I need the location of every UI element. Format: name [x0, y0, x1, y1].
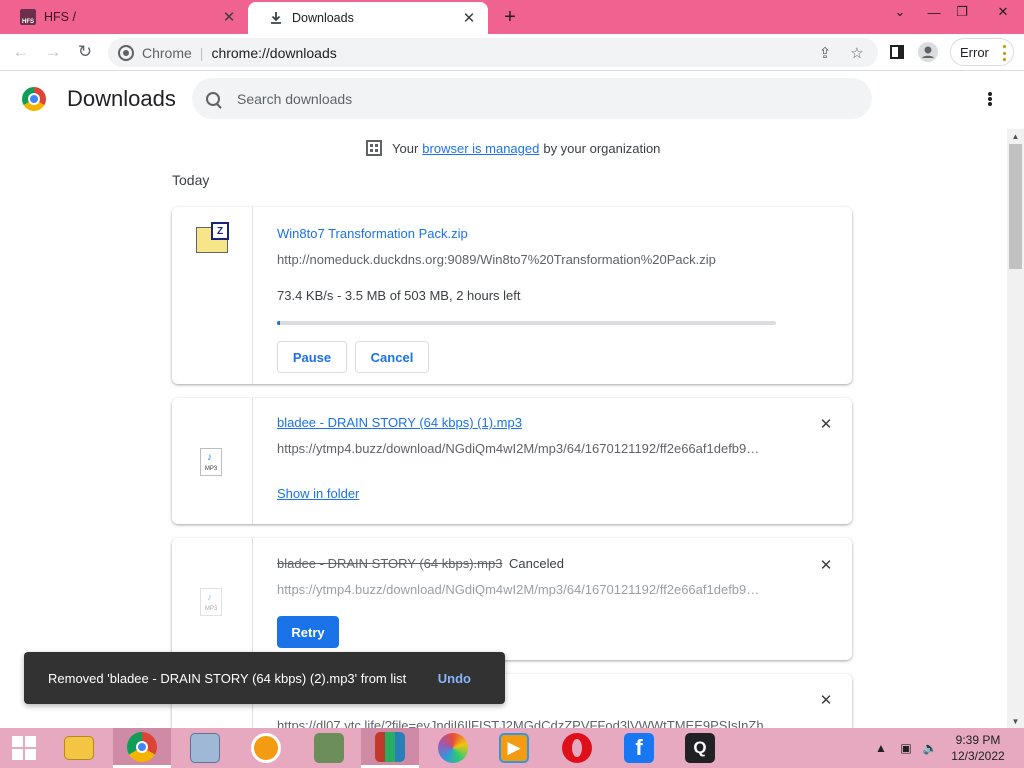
site-label: Chrome: [142, 44, 192, 61]
close-icon[interactable]: ✕: [218, 6, 240, 28]
back-icon[interactable]: ←: [8, 39, 34, 65]
search-icon: [206, 91, 220, 106]
date-section-label: Today: [172, 172, 210, 188]
share-icon[interactable]: ⇪: [812, 38, 838, 67]
show-in-folder-link[interactable]: Show in folder: [277, 486, 359, 501]
tab-title: HFS /: [44, 10, 76, 24]
toolbar: ← → ↻ Chrome | chrome://downloads ⇪ ☆ Er…: [0, 34, 1024, 71]
chrome-taskbar-icon[interactable]: [113, 728, 171, 768]
forward-icon[interactable]: →: [40, 39, 66, 65]
side-panel-icon[interactable]: [884, 39, 910, 65]
download-card: Win8to7 Transformation Pack.zip http://n…: [172, 207, 852, 384]
mp3-icon: MP3: [200, 588, 222, 616]
managed-suffix: by your organization: [543, 140, 661, 156]
toast-message: Removed 'bladee - DRAIN STORY (64 kbps) …: [48, 670, 407, 686]
file-name[interactable]: bladee - DRAIN STORY (64 kbps) (1).mp3: [277, 415, 522, 430]
tab-strip: HFS HFS / ✕ Downloads ✕ + ⌄ — ❐ ✕: [0, 0, 1024, 34]
undo-button[interactable]: Undo: [438, 671, 471, 686]
tab-search-icon[interactable]: ⌄: [884, 0, 916, 24]
progress-fill: [277, 321, 281, 325]
search-box[interactable]: [192, 78, 872, 119]
zip-icon: [196, 222, 229, 253]
progress-bar: [277, 321, 776, 325]
scroll-thumb[interactable]: [1009, 144, 1022, 269]
bookmark-star-icon[interactable]: ☆: [844, 38, 870, 67]
more-menu-icon[interactable]: [980, 89, 1000, 109]
search-input[interactable]: [237, 90, 837, 107]
removed-toast: Removed 'bladee - DRAIN STORY (64 kbps) …: [24, 652, 505, 704]
download-icon: [268, 10, 284, 26]
file-url: https://ytmp4.buzz/download/NGdiQm4wI2M/…: [277, 441, 760, 456]
error-label: Error: [960, 44, 989, 60]
hfs-icon: HFS: [20, 9, 36, 25]
pause-button[interactable]: Pause: [277, 341, 347, 373]
tab-title: Downloads: [292, 11, 354, 25]
managed-notice: Your browser is managed by your organiza…: [366, 140, 660, 156]
more-icon: [1003, 45, 1007, 61]
security-app-icon[interactable]: [237, 728, 295, 768]
new-tab-button[interactable]: +: [498, 5, 522, 29]
tab-downloads[interactable]: Downloads ✕: [248, 2, 488, 34]
file-explorer-icon[interactable]: [50, 728, 108, 768]
clock[interactable]: 9:39 PM 12/3/2022: [940, 732, 1016, 764]
tray-expand-icon[interactable]: ▲: [874, 728, 888, 768]
close-icon[interactable]: ✕: [458, 7, 480, 29]
building-icon: [366, 140, 382, 156]
url-text[interactable]: chrome://downloads: [211, 45, 336, 61]
reload-icon[interactable]: ↻: [72, 39, 98, 65]
system-monitor-icon[interactable]: [176, 728, 234, 768]
page-title: Downloads: [67, 86, 176, 111]
mp3-icon: MP3: [200, 448, 222, 476]
q-app-icon[interactable]: Q: [671, 728, 729, 768]
windows-icon: [12, 736, 36, 760]
clock-date: 12/3/2022: [951, 749, 1005, 763]
winrar-icon[interactable]: [361, 728, 419, 768]
file-icon-column: MP3: [172, 398, 253, 524]
cancel-button[interactable]: Cancel: [355, 341, 429, 373]
scrollbar[interactable]: ▲ ▼: [1007, 129, 1024, 728]
address-bar[interactable]: Chrome | chrome://downloads ⇪ ☆: [108, 38, 878, 67]
start-button[interactable]: [0, 728, 48, 768]
profile-icon[interactable]: [915, 39, 941, 65]
scroll-up-icon[interactable]: ▲: [1007, 129, 1024, 143]
restore-button[interactable]: ❐: [946, 0, 978, 24]
file-name[interactable]: Win8to7 Transformation Pack.zip: [277, 226, 468, 241]
taskbar: ▶ f Q ▲ ▣ 🔈 9:39 PM 12/3/2022: [0, 728, 1024, 768]
scroll-down-icon[interactable]: ▼: [1007, 714, 1024, 728]
remove-close-icon[interactable]: ✕: [818, 557, 834, 574]
managed-prefix: Your: [392, 140, 419, 156]
download-status: 73.4 KB/s - 3.5 MB of 503 MB, 2 hours le…: [277, 288, 521, 303]
retry-button[interactable]: Retry: [277, 616, 339, 648]
remove-close-icon[interactable]: ✕: [818, 692, 834, 709]
volume-icon[interactable]: 🔈: [920, 728, 940, 768]
network-icon[interactable]: ▣: [896, 728, 916, 768]
download-card: MP3 bladee - DRAIN STORY (64 kbps).mp3 C…: [172, 538, 852, 660]
remove-close-icon[interactable]: ✕: [818, 416, 834, 433]
media-app-icon[interactable]: [424, 728, 482, 768]
opera-icon[interactable]: [548, 728, 606, 768]
separator: |: [199, 44, 204, 61]
video-player-icon[interactable]: ▶: [485, 728, 543, 768]
managed-link[interactable]: browser is managed: [422, 141, 539, 156]
download-card: MP3 bladee - DRAIN STORY (64 kbps) (1).m…: [172, 398, 852, 524]
tab-hfs[interactable]: HFS HFS / ✕: [0, 0, 248, 34]
file-name: bladee - DRAIN STORY (64 kbps).mp3: [277, 556, 503, 571]
file-url: http://nomeduck.duckdns.org:9089/Win8to7…: [277, 252, 716, 267]
file-icon-column: [172, 207, 253, 384]
chrome-site-icon: [118, 44, 134, 61]
file-icon-column: MP3: [172, 538, 253, 660]
game-app-icon[interactable]: [300, 728, 358, 768]
chrome-logo-icon: [22, 87, 46, 111]
canceled-tag: Canceled: [509, 556, 564, 571]
clock-time: 9:39 PM: [955, 733, 1001, 747]
facebook-icon[interactable]: f: [610, 728, 668, 768]
close-window-button[interactable]: ✕: [982, 0, 1024, 24]
error-button[interactable]: Error: [950, 38, 1014, 66]
downloads-page: Downloads Your browser is managed by you…: [0, 71, 1024, 754]
file-url: https://ytmp4.buzz/download/NGdiQm4wI2M/…: [277, 582, 760, 597]
